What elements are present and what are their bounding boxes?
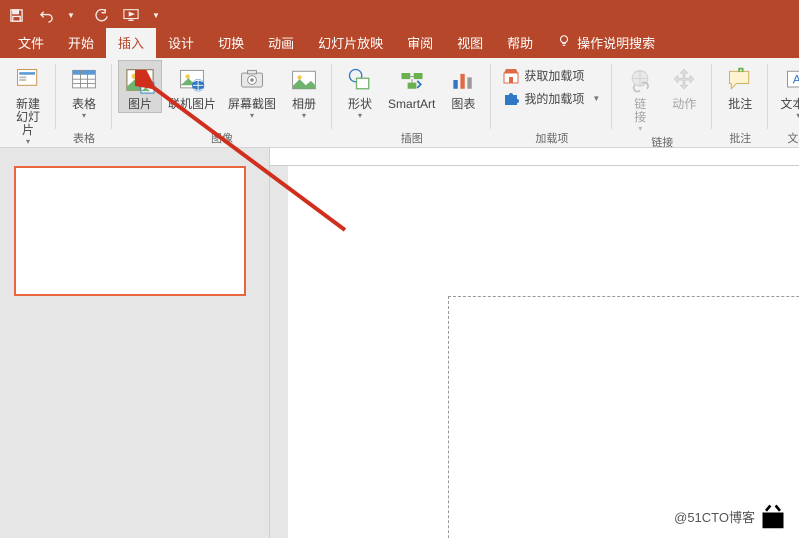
group-tables-label: 表格	[73, 131, 95, 147]
group-illustrations-label: 插图	[401, 131, 423, 147]
textbox-icon: A	[782, 64, 799, 96]
group-text: A 文本框▾ 文本	[768, 58, 799, 147]
group-illustrations: 形状▾ SmartArt 图表 插图	[332, 58, 491, 147]
link-label: 链 接▾	[634, 98, 646, 133]
group-comments: 批注 批注	[712, 58, 768, 147]
group-text-label: 文本	[787, 131, 799, 147]
album-icon	[288, 64, 320, 96]
get-addins-label: 获取加载项	[524, 67, 584, 84]
undo-dropdown-icon[interactable]: ▼	[61, 5, 81, 25]
tab-insert[interactable]: 插入	[106, 28, 156, 58]
slide-thumbnails-pane[interactable]	[0, 148, 270, 538]
watermark-text: @51CTO博客	[674, 507, 755, 526]
tab-help[interactable]: 帮助	[495, 28, 545, 58]
group-slides: 新建 幻灯片▾ 幻灯片	[0, 58, 56, 147]
group-addins: 获取加载项 我的加载项 ▼ 加载项	[491, 58, 612, 147]
tab-animations[interactable]: 动画	[256, 28, 306, 58]
group-addins-label: 加载项	[535, 131, 568, 147]
save-icon[interactable]	[6, 5, 26, 25]
slide-thumbnail-1[interactable]	[14, 166, 246, 296]
puzzle-icon	[503, 91, 519, 107]
slide-canvas-pane[interactable]	[270, 148, 799, 538]
new-slide-label: 新建 幻灯片▾	[12, 98, 44, 146]
table-label: 表格▾	[72, 98, 96, 120]
title-bar: ▼ ▼	[0, 0, 799, 30]
table-icon	[68, 64, 100, 96]
group-images: 图片 联机图片 屏幕截图▾ 相册▾ 图像	[112, 58, 332, 147]
link-button: 链 接▾	[618, 60, 662, 135]
smartart-icon	[396, 64, 428, 96]
screenshot-label: 屏幕截图▾	[228, 98, 276, 120]
smartart-button[interactable]: SmartArt	[382, 60, 441, 113]
svg-text:A: A	[793, 73, 799, 87]
editor-area	[0, 148, 799, 538]
lightbulb-icon	[557, 34, 571, 51]
horizontal-ruler	[270, 148, 799, 166]
group-images-label: 图像	[211, 131, 233, 147]
qat-customize-icon[interactable]: ▼	[146, 5, 166, 25]
tab-slideshow[interactable]: 幻灯片放映	[306, 28, 395, 58]
store-icon	[503, 68, 519, 84]
shapes-label: 形状▾	[348, 98, 372, 120]
new-slide-icon	[12, 64, 44, 96]
get-addins-button[interactable]: 获取加载项	[497, 64, 606, 87]
chart-button[interactable]: 图表	[441, 60, 485, 113]
action-button: 动作	[662, 60, 706, 113]
album-button[interactable]: 相册▾	[282, 60, 326, 122]
tab-tell-me[interactable]: 操作说明搜索	[545, 28, 667, 58]
new-slide-button[interactable]: 新建 幻灯片▾	[6, 60, 50, 148]
tab-home[interactable]: 开始	[56, 28, 106, 58]
comment-button[interactable]: 批注	[718, 60, 762, 113]
tell-me-label: 操作说明搜索	[577, 33, 655, 52]
startshow-icon[interactable]	[121, 5, 141, 25]
my-addins-button[interactable]: 我的加载项 ▼	[497, 87, 606, 110]
tab-transitions[interactable]: 切换	[206, 28, 256, 58]
comment-icon	[724, 64, 756, 96]
group-links: 链 接▾ 动作 链接	[612, 58, 712, 147]
online-picture-button[interactable]: 联机图片	[162, 60, 222, 113]
tab-review[interactable]: 审阅	[395, 28, 445, 58]
group-comments-label: 批注	[729, 131, 751, 147]
textbox-label: 文本框▾	[780, 98, 799, 120]
picture-icon	[124, 64, 156, 96]
picture-button[interactable]: 图片	[118, 60, 162, 113]
picture-label: 图片	[128, 98, 152, 111]
online-picture-icon	[176, 64, 208, 96]
redo-icon[interactable]	[91, 5, 111, 25]
tab-design[interactable]: 设计	[156, 28, 206, 58]
comment-label: 批注	[728, 98, 752, 111]
tab-view[interactable]: 视图	[445, 28, 495, 58]
online-picture-label: 联机图片	[168, 98, 216, 111]
link-icon	[624, 64, 656, 96]
table-button[interactable]: 表格▾	[62, 60, 106, 122]
ribbon-tabs: 文件 开始 插入 设计 切换 动画 幻灯片放映 审阅 视图 帮助 操作说明搜索	[0, 30, 799, 58]
action-label: 动作	[672, 98, 696, 111]
watermark-logo-icon	[759, 502, 787, 530]
slide-canvas[interactable]	[288, 166, 799, 538]
chart-icon	[447, 64, 479, 96]
album-label: 相册▾	[292, 98, 316, 120]
tab-file[interactable]: 文件	[6, 28, 56, 58]
screenshot-button[interactable]: 屏幕截图▾	[222, 60, 282, 122]
smartart-label: SmartArt	[388, 98, 435, 111]
textbox-button[interactable]: A 文本框▾	[774, 60, 799, 122]
my-addins-label: 我的加载项	[524, 90, 584, 107]
action-icon	[668, 64, 700, 96]
chart-label: 图表	[451, 98, 475, 111]
screenshot-icon	[236, 64, 268, 96]
undo-icon[interactable]	[36, 5, 56, 25]
shapes-button[interactable]: 形状▾	[338, 60, 382, 122]
watermark: @51CTO博客	[674, 502, 787, 530]
shapes-icon	[344, 64, 376, 96]
group-tables: 表格▾ 表格	[56, 58, 112, 147]
ribbon: 新建 幻灯片▾ 幻灯片 表格▾ 表格 图片	[0, 58, 799, 148]
